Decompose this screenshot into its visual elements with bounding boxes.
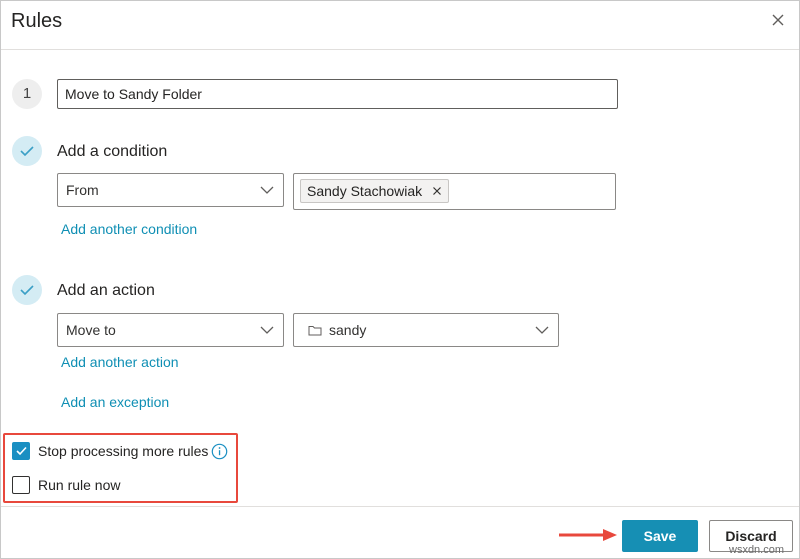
- dialog-title: Rules: [11, 10, 63, 32]
- rule-name-input[interactable]: [57, 79, 618, 109]
- add-another-condition-link[interactable]: Add another condition: [61, 221, 197, 237]
- condition-value-input[interactable]: Sandy Stachowiak: [293, 173, 616, 210]
- sender-chip: Sandy Stachowiak: [300, 179, 450, 203]
- condition-title: Add a condition: [57, 143, 168, 160]
- folder-icon: [308, 326, 322, 336]
- stop-processing-checkbox[interactable]: [12, 442, 30, 460]
- rules-dialog: Rules 1 Add a condition From Sandy Stach…: [0, 0, 800, 559]
- condition-field-value: From: [66, 182, 99, 198]
- condition-check-icon: [12, 136, 42, 166]
- save-button[interactable]: Save: [622, 520, 698, 552]
- chevron-down-icon: [260, 326, 274, 334]
- checkmark-icon: [16, 446, 27, 456]
- add-another-action-link[interactable]: Add another action: [61, 354, 179, 370]
- arrow-annotation-icon: [559, 529, 617, 541]
- remove-chip-icon[interactable]: [432, 186, 442, 196]
- action-field-select[interactable]: Move to: [57, 313, 284, 347]
- folder-value: sandy: [329, 322, 367, 338]
- close-icon[interactable]: [768, 10, 788, 30]
- chevron-down-icon: [535, 326, 549, 334]
- chevron-down-icon: [260, 186, 274, 194]
- action-check-icon: [12, 275, 42, 305]
- footer-divider: [1, 506, 799, 507]
- action-title: Add an action: [57, 282, 155, 299]
- run-rule-now-checkbox[interactable]: [12, 476, 30, 494]
- add-exception-link[interactable]: Add an exception: [61, 394, 169, 410]
- action-field-value: Move to: [66, 322, 116, 338]
- condition-field-select[interactable]: From: [57, 173, 284, 207]
- folder-select[interactable]: sandy: [293, 313, 559, 347]
- step-number: 1: [12, 79, 42, 109]
- info-icon[interactable]: [211, 443, 228, 460]
- stop-processing-label: Stop processing more rules: [38, 443, 209, 459]
- run-rule-now-label: Run rule now: [38, 477, 121, 493]
- watermark: wsxdn.com: [729, 544, 785, 556]
- header-divider: [1, 49, 799, 50]
- sender-chip-label: Sandy Stachowiak: [307, 183, 423, 199]
